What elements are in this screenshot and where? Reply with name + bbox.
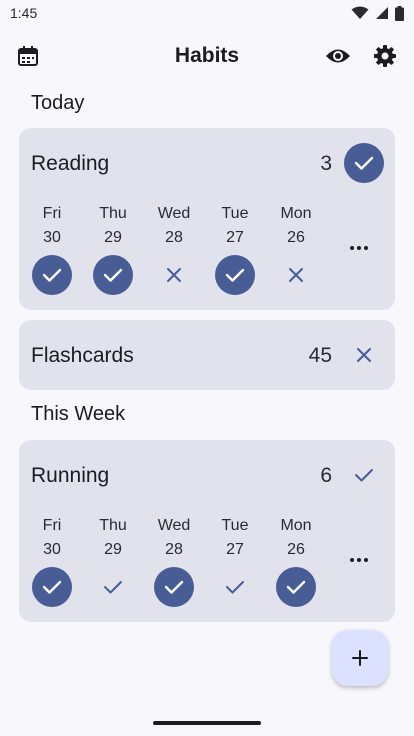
close-icon bbox=[167, 268, 181, 282]
day-date: 30 bbox=[43, 229, 61, 246]
check-icon bbox=[226, 581, 244, 594]
eye-icon bbox=[326, 49, 350, 63]
day-weekday: Tue bbox=[221, 517, 249, 534]
day-date: 30 bbox=[43, 541, 61, 558]
day-weekday: Fri bbox=[42, 517, 62, 534]
day-toggle-button[interactable] bbox=[154, 567, 194, 607]
day-toggle-button[interactable] bbox=[154, 255, 194, 295]
day-label: Thu 29 bbox=[83, 202, 143, 250]
day-toggle-button[interactable] bbox=[276, 255, 316, 295]
toggle-visibility-button[interactable] bbox=[322, 40, 354, 72]
battery-icon bbox=[395, 5, 404, 21]
cellular-icon bbox=[376, 7, 388, 19]
wifi-icon bbox=[351, 6, 369, 19]
status-time: 1:45 bbox=[10, 5, 38, 21]
today-toggle-button[interactable] bbox=[344, 335, 384, 375]
day-toggle-button[interactable] bbox=[93, 567, 133, 607]
check-icon bbox=[104, 581, 122, 594]
day-label: Wed 28 bbox=[144, 514, 204, 562]
check-icon bbox=[354, 156, 374, 170]
check-icon bbox=[286, 580, 306, 594]
habit-card-flashcards[interactable]: Flashcards 45 bbox=[19, 320, 395, 390]
day-weekday: Wed bbox=[157, 517, 191, 534]
day-label: Fri 30 bbox=[22, 514, 82, 562]
day-label: Tue 27 bbox=[205, 514, 265, 562]
today-toggle-button[interactable] bbox=[344, 455, 384, 495]
day-weekday: Tue bbox=[221, 205, 249, 222]
day-toggle-button[interactable] bbox=[32, 255, 72, 295]
day-toggle-button[interactable] bbox=[215, 255, 255, 295]
habit-card-running[interactable]: Running 6 Fri 30 Thu 29 Wed 28 Tue 27 Mo… bbox=[19, 440, 395, 622]
day-weekday: Thu bbox=[99, 517, 127, 534]
day-label: Mon 26 bbox=[266, 202, 326, 250]
day-toggle-button[interactable] bbox=[276, 567, 316, 607]
check-icon bbox=[355, 469, 373, 482]
day-date: 28 bbox=[165, 229, 183, 246]
more-horizontal-icon bbox=[350, 246, 368, 250]
close-icon bbox=[357, 348, 371, 362]
day-date: 27 bbox=[226, 229, 244, 246]
day-toggle-button[interactable] bbox=[32, 567, 72, 607]
section-title-this-week: This Week bbox=[31, 403, 126, 425]
close-icon bbox=[289, 268, 303, 282]
day-label: Wed 28 bbox=[144, 202, 204, 250]
section-title-today: Today bbox=[31, 92, 85, 114]
day-weekday: Wed bbox=[157, 205, 191, 222]
day-date: 29 bbox=[104, 229, 122, 246]
habit-card-reading[interactable]: Reading 3 Fri 30 Thu 29 Wed 28 Tue 27 Mo… bbox=[19, 128, 395, 310]
day-date: 26 bbox=[287, 541, 305, 558]
plus-icon bbox=[352, 650, 368, 666]
add-habit-button[interactable] bbox=[332, 630, 388, 686]
day-date: 27 bbox=[226, 541, 244, 558]
more-options-button[interactable] bbox=[344, 545, 374, 575]
check-icon bbox=[42, 580, 62, 594]
day-label: Tue 27 bbox=[205, 202, 265, 250]
status-bar: 1:45 bbox=[0, 0, 414, 26]
day-weekday: Thu bbox=[99, 205, 127, 222]
gear-icon bbox=[374, 45, 396, 67]
status-icons bbox=[351, 5, 404, 21]
day-label: Thu 29 bbox=[83, 514, 143, 562]
day-date: 29 bbox=[104, 541, 122, 558]
habit-name: Running bbox=[31, 464, 110, 487]
day-label: Fri 30 bbox=[22, 202, 82, 250]
day-toggle-button[interactable] bbox=[215, 567, 255, 607]
habit-count: 6 bbox=[320, 464, 332, 487]
more-horizontal-icon bbox=[350, 558, 368, 562]
day-weekday: Mon bbox=[280, 205, 312, 222]
habit-name: Flashcards bbox=[31, 344, 134, 367]
gesture-nav-handle[interactable] bbox=[153, 721, 261, 725]
check-icon bbox=[164, 580, 184, 594]
check-icon bbox=[225, 268, 245, 282]
habit-name: Reading bbox=[31, 152, 110, 175]
more-options-button[interactable] bbox=[344, 233, 374, 263]
day-weekday: Mon bbox=[280, 517, 312, 534]
day-label: Mon 26 bbox=[266, 514, 326, 562]
day-date: 26 bbox=[287, 229, 305, 246]
day-date: 28 bbox=[165, 541, 183, 558]
check-icon bbox=[42, 268, 62, 282]
habit-count: 45 bbox=[308, 344, 332, 367]
settings-button[interactable] bbox=[369, 40, 401, 72]
day-weekday: Fri bbox=[42, 205, 62, 222]
app-bar: Habits bbox=[0, 34, 414, 80]
habit-count: 3 bbox=[320, 152, 332, 175]
check-icon bbox=[103, 268, 123, 282]
today-toggle-button[interactable] bbox=[344, 143, 384, 183]
day-toggle-button[interactable] bbox=[93, 255, 133, 295]
